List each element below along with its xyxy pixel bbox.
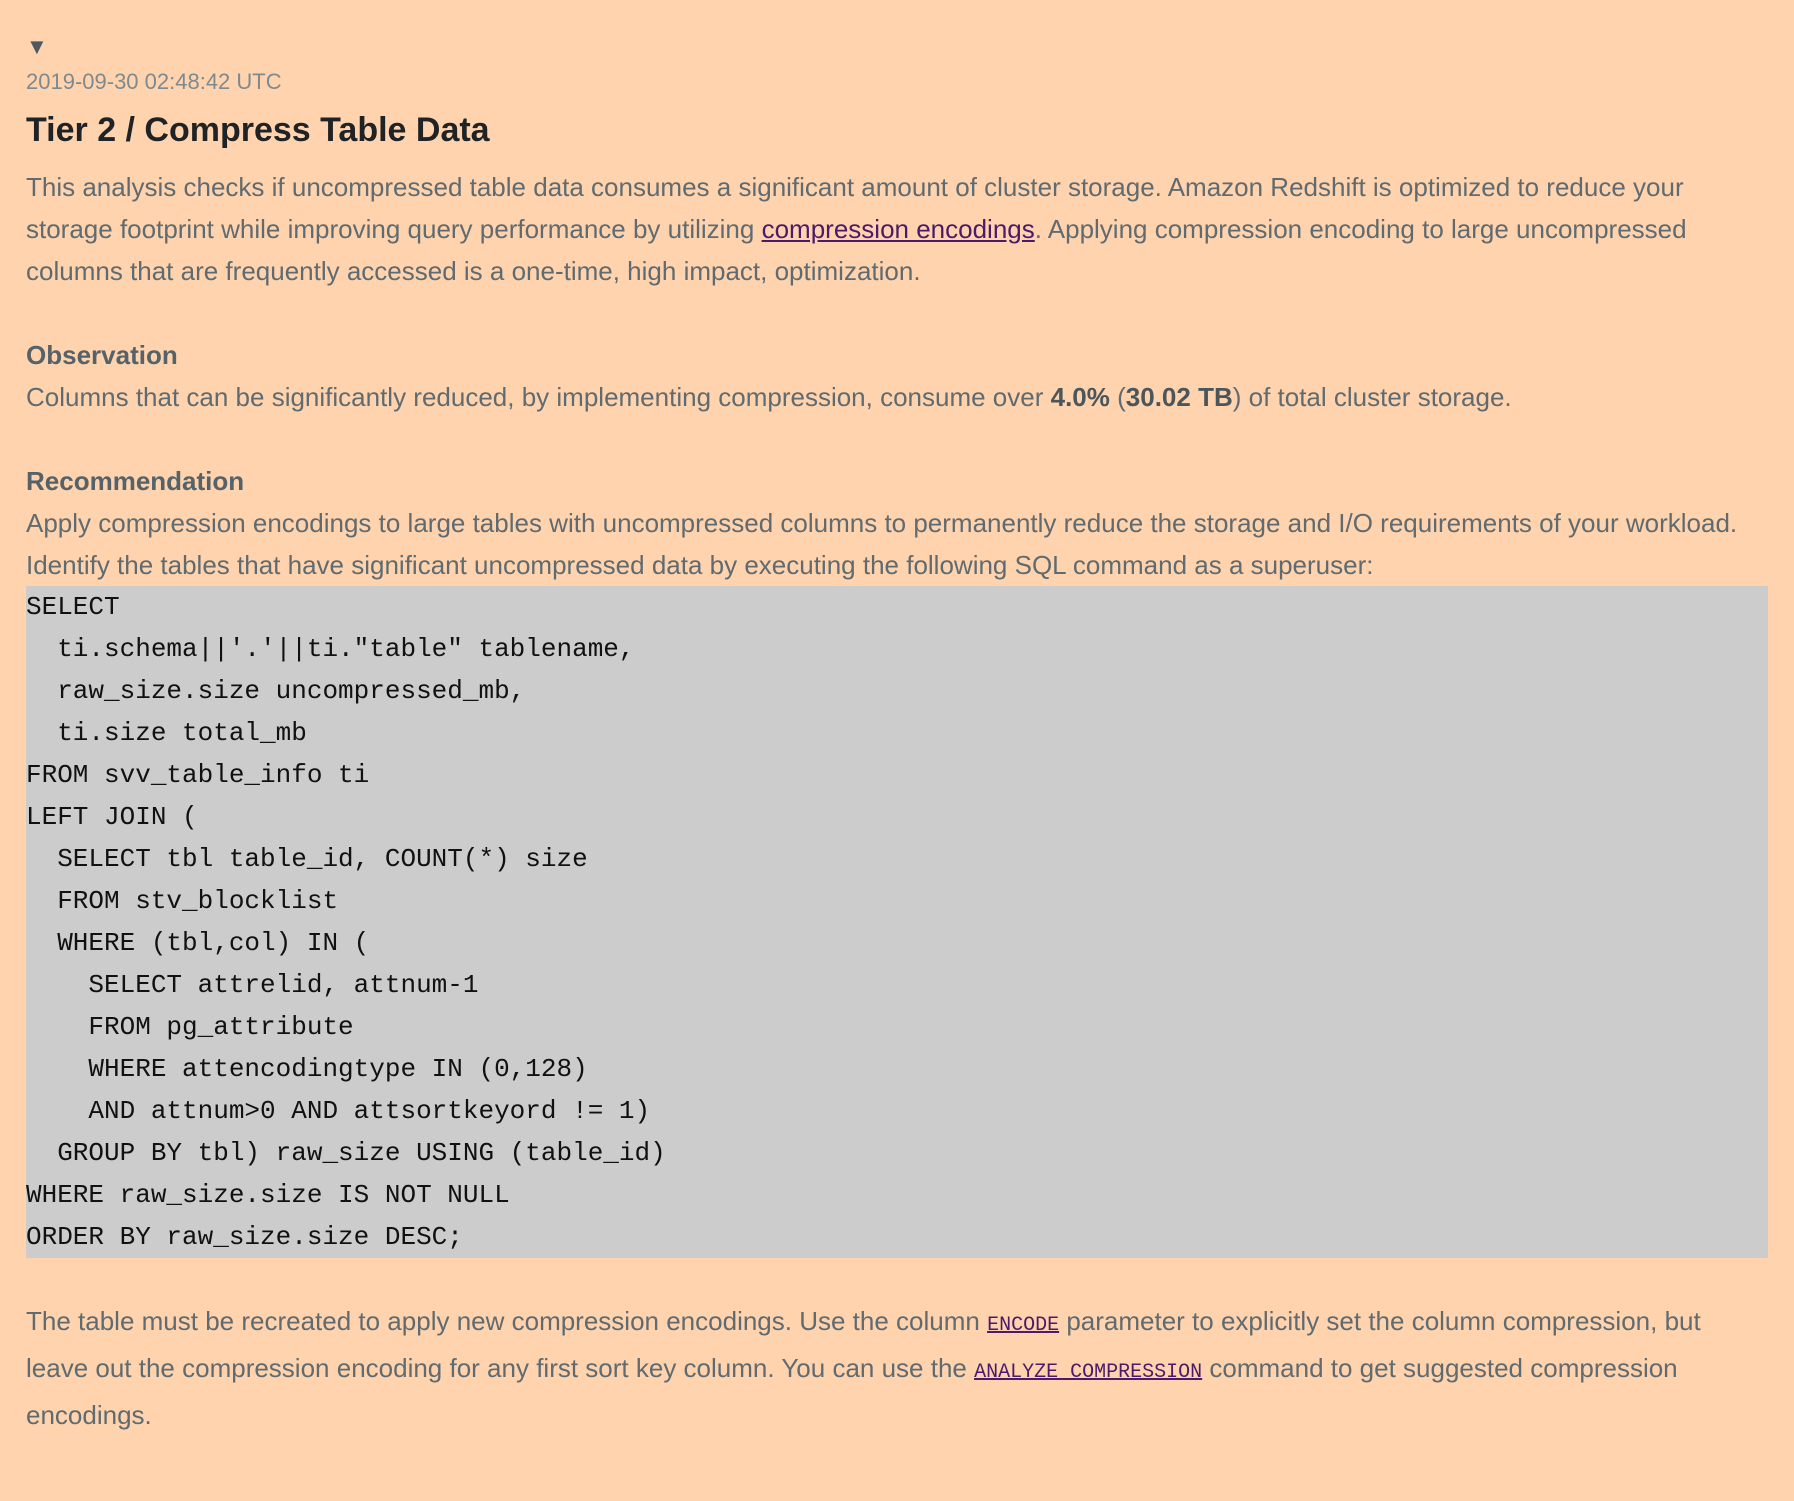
observation-text-2: ( xyxy=(1109,382,1126,412)
observation-percent: 4.0% xyxy=(1050,382,1110,412)
page-title: Tier 2 / Compress Table Data xyxy=(26,111,490,149)
observation-heading: Observation xyxy=(26,340,178,370)
closing-text-1: The table must be recreated to apply new… xyxy=(26,1306,988,1336)
sql-code-block[interactable]: SELECT ti.schema||'.'||ti."table" tablen… xyxy=(26,586,1768,1258)
compression-encodings-link[interactable]: compression encodings xyxy=(762,214,1035,244)
observation-text: Columns that can be significantly reduce… xyxy=(26,376,1768,418)
closing-paragraph: The table must be recreated to apply new… xyxy=(26,1300,1768,1436)
collapse-toggle-icon[interactable]: ▼ xyxy=(26,32,48,62)
recommendation-text: Apply compression encodings to large tab… xyxy=(26,508,1738,580)
recommendation-heading: Recommendation xyxy=(26,466,245,496)
advisor-recommendation: ▼ 2019-09-30 02:48:42 UTC Tier 2 / Compr… xyxy=(26,32,1768,1436)
encode-link[interactable]: ENCODE xyxy=(987,1314,1059,1337)
intro-paragraph: This analysis checks if uncompressed tab… xyxy=(26,166,1768,292)
analyze-compression-link[interactable]: ANALYZE COMPRESSION xyxy=(974,1361,1202,1384)
observation-size: 30.02 TB xyxy=(1125,382,1233,412)
timestamp: 2019-09-30 02:48:42 UTC xyxy=(26,69,282,94)
observation-text-3: ) of total cluster storage. xyxy=(1232,382,1512,412)
observation-text-1: Columns that can be significantly reduce… xyxy=(26,382,1051,412)
